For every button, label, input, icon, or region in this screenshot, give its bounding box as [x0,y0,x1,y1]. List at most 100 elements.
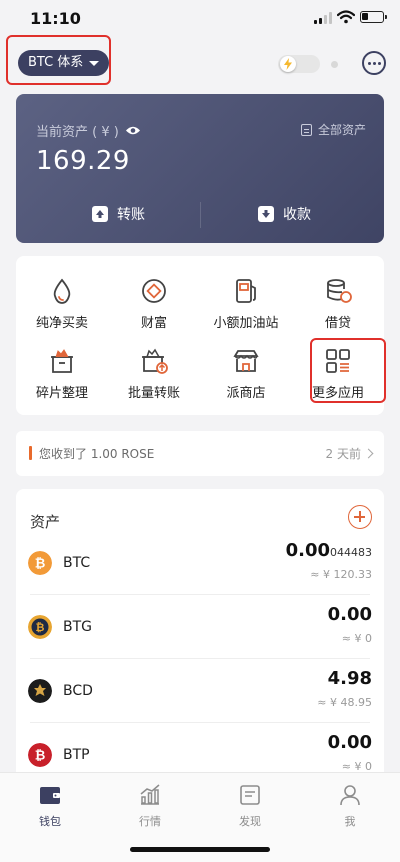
loan-icon [327,279,352,303]
app-label: 纯净买卖 [35,316,88,331]
system-select-highlight: BTC 体系 [6,35,111,85]
all-assets-label: 全部资产 [317,123,366,137]
coin-symbol: BTC [63,555,91,571]
app-label: 派商店 [226,386,266,401]
app-pure-trade[interactable]: 纯净买卖 [16,276,108,331]
drop-icon [53,278,71,304]
signal-icon [314,12,332,24]
coin-amount: 0.00 [328,604,372,625]
wifi-icon [337,10,355,24]
coin-amount-main: 0.00 [285,540,330,561]
system-select-label: BTC 体系 [28,55,84,70]
svg-text:₿: ₿ [36,621,45,634]
svg-text:₿: ₿ [35,557,46,572]
receive-button[interactable]: 收款 [258,204,311,224]
transfer-button[interactable]: 转账 [92,204,145,224]
nav-discover[interactable]: 发现 [220,783,280,829]
wealth-icon [142,279,166,303]
notice-time: 2 天前 [325,445,374,462]
app-label: 财富 [140,316,167,331]
nav-label: 我 [344,815,356,828]
receive-label: 收款 [283,207,311,223]
notice-accent-bar [29,446,32,460]
notice-text: 您收到了 1.00 ROSE [39,447,155,461]
notification-bar[interactable]: 您收到了 1.00 ROSE 2 天前 [16,431,384,476]
asset-row-btp[interactable]: ₿ BTP 0.00 ≈ ¥ 0 [16,722,384,779]
system-select[interactable]: BTC 体系 [18,50,110,76]
transfer-label: 转账 [117,207,145,223]
app-gas-station[interactable]: 小额加油站 [200,276,292,331]
coin-amount-main: 4.98 [327,668,372,689]
caret-down-icon [89,60,100,66]
status-bar: 11:10 [0,0,400,36]
market-chart-icon [140,784,160,805]
nav-label: 发现 [239,815,261,828]
discover-icon [240,785,260,805]
coin-fiat-value: ≈ ¥ 0 [341,632,372,645]
btg-coin-icon: ₿ [28,615,52,639]
nav-wallet[interactable]: 钱包 [20,783,80,829]
nav-label: 钱包 [39,815,61,828]
all-assets-link[interactable]: 全部资产 [300,121,366,138]
asset-label: 当前资产 ( ¥ ) [36,121,141,140]
app-label: 小额加油站 [213,316,279,331]
receive-down-icon [258,206,274,222]
row-separator [30,658,370,659]
asset-label-text: 当前资产 ( ¥ ) [36,125,119,140]
fragment-box-icon [51,349,73,373]
coin-amount-small: 044483 [330,546,372,559]
coin-amount-main: 0.00 [327,732,372,753]
asset-row-btg[interactable]: ₿ BTG 0.00 ≈ ¥ 0 [16,594,384,658]
coin-amount: 0.00044483 [286,540,372,561]
app-label: 批量转账 [127,386,180,401]
coin-fiat-value: ≈ ¥ 120.33 [310,568,372,581]
message-button[interactable] [362,51,386,75]
coin-symbol: BCD [63,683,93,699]
btp-coin-icon: ₿ [28,743,52,767]
coin-amount: 0.00 [328,732,372,753]
nav-label: 行情 [139,815,161,828]
notice-time-label: 2 天前 [325,447,361,461]
coin-symbol: BTP [63,747,90,763]
app-batch-transfer[interactable]: 批量转账 [108,346,200,401]
asset-summary-card: 当前资产 ( ¥ ) 全部资产 169.29 转账 收款 [16,94,384,243]
card-divider [200,202,201,228]
lightning-icon [280,56,296,72]
profile-icon [340,785,360,806]
app-label: 碎片整理 [35,386,88,401]
document-icon [300,123,312,136]
nav-profile[interactable]: 我 [320,783,380,829]
app-fragment[interactable]: 碎片整理 [16,346,108,401]
eye-icon[interactable] [125,125,141,136]
coin-fiat-value: ≈ ¥ 48.95 [317,696,372,709]
store-icon [233,350,259,372]
coin-symbol: BTG [63,619,93,635]
asset-row-btc[interactable]: ₿ BTC 0.00044483 ≈ ¥ 120.33 [16,530,384,594]
coin-amount: 4.98 [328,668,372,689]
asset-amount: 169.29 [36,146,130,176]
add-asset-button[interactable] [348,505,372,529]
btc-coin-icon: ₿ [28,551,52,575]
app-wealth[interactable]: 财富 [108,276,200,331]
toggle-indicator-dot [331,61,338,68]
bcd-coin-icon [28,679,52,703]
wallet-icon [40,787,60,804]
svg-text:₿: ₿ [35,749,46,764]
asset-row-bcd[interactable]: BCD 4.98 ≈ ¥ 48.95 [16,658,384,722]
app-label: 借贷 [324,316,351,331]
status-time: 11:10 [30,9,81,28]
row-separator [30,594,370,595]
home-indicator [130,847,270,852]
app-store[interactable]: 派商店 [200,346,292,401]
chevron-right-icon [363,448,374,459]
nav-market[interactable]: 行情 [120,783,180,829]
battery-icon [360,11,387,23]
message-dots-icon [367,61,371,65]
assets-list: 资产 ₿ BTC 0.00044483 ≈ ¥ 120.33 ₿ BTG 0.0… [16,489,384,779]
app-loan[interactable]: 借贷 [292,276,384,331]
transfer-up-icon [92,206,108,222]
row-separator [30,722,370,723]
gas-station-icon [236,279,256,303]
lightning-toggle[interactable] [278,55,320,73]
coin-amount-main: 0.00 [327,604,372,625]
